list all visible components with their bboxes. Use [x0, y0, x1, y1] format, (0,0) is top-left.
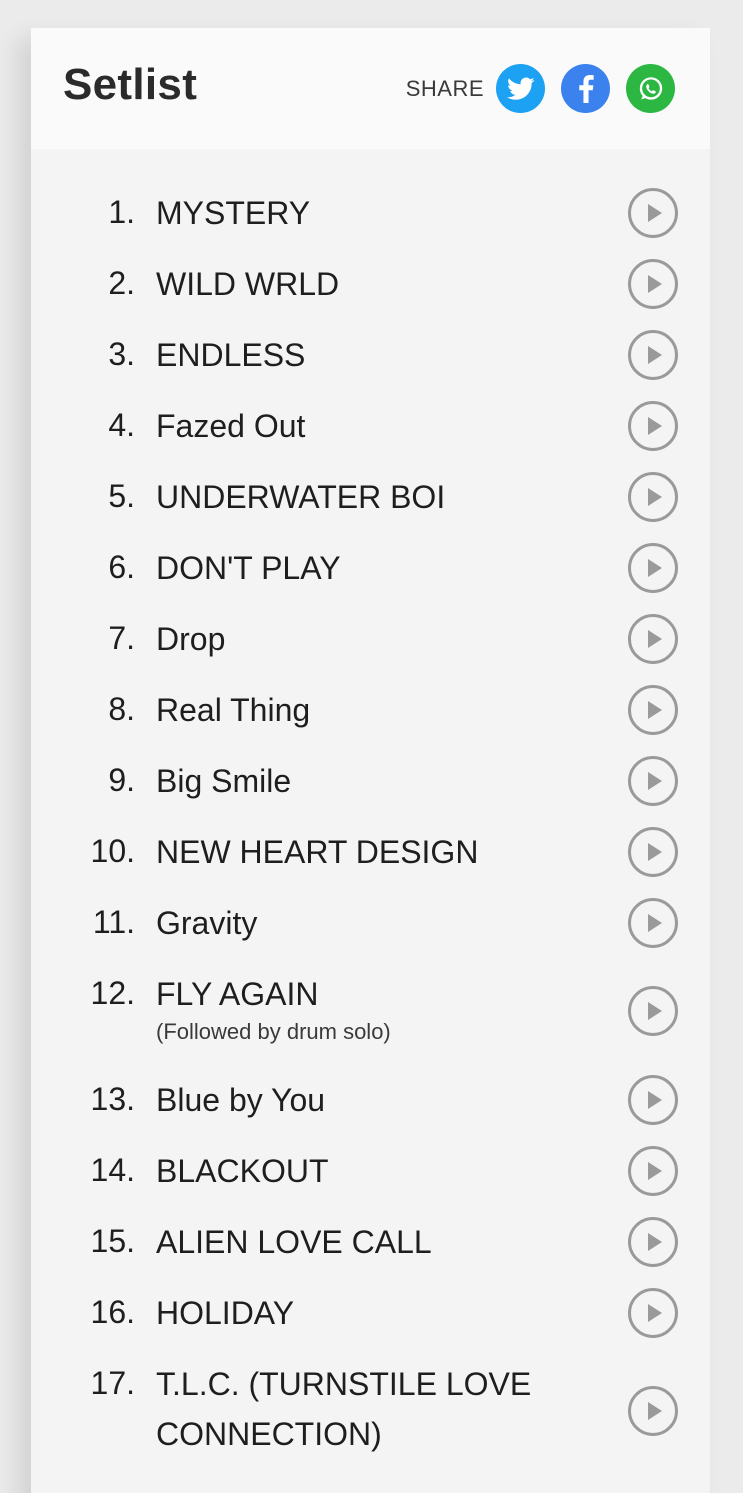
play-button[interactable]: [628, 1146, 678, 1196]
play-button[interactable]: [628, 1075, 678, 1125]
share-whatsapp-button[interactable]: [626, 64, 675, 113]
song-title: BLACKOUT: [156, 1153, 329, 1189]
song-title: WILD WRLD: [156, 266, 340, 302]
play-button[interactable]: [628, 259, 678, 309]
play-button[interactable]: [628, 1288, 678, 1338]
setlist-card: Setlist SHARE 1. MYSTERY 2. WILD WRLD 3.…: [31, 28, 710, 1493]
page-title: Setlist: [63, 60, 198, 109]
song-title: Fazed Out: [156, 408, 306, 444]
track-number: 12.: [90, 975, 135, 1011]
song-note: (Followed by drum solo): [156, 1019, 391, 1044]
song-title: DON'T PLAY: [156, 550, 341, 586]
track-number: 5.: [108, 478, 135, 514]
song-title: Big Smile: [156, 763, 292, 799]
song-title: HOLIDAY: [156, 1295, 295, 1331]
play-button[interactable]: [628, 1217, 678, 1267]
track-number: 4.: [108, 407, 135, 443]
song-title: Drop: [156, 621, 226, 657]
share-label: SHARE: [405, 75, 484, 101]
song-title: UNDERWATER BOI: [156, 479, 446, 515]
play-button[interactable]: [628, 401, 678, 451]
track-number: 1.: [108, 194, 135, 230]
track-number: 11.: [92, 904, 135, 940]
track-number: 16.: [90, 1294, 135, 1330]
track-number: 8.: [108, 691, 135, 727]
share-facebook-button[interactable]: [561, 64, 610, 113]
song-title-line-1: T.L.C. (TURNSTILE LOVE: [156, 1366, 532, 1402]
song-title: ALIEN LOVE CALL: [156, 1224, 432, 1260]
song-title-line-2: CONNECTION): [156, 1416, 382, 1452]
track-number: 10.: [90, 833, 135, 869]
page: Setlist SHARE 1. MYSTERY 2. WILD WRLD 3.…: [0, 0, 743, 1493]
track-number: 6.: [108, 549, 135, 585]
play-button[interactable]: [628, 898, 678, 948]
play-button[interactable]: [628, 685, 678, 735]
song-title: ENDLESS: [156, 337, 306, 373]
play-button[interactable]: [628, 1386, 678, 1436]
track-number: 13.: [90, 1081, 135, 1117]
song-title: FLY AGAIN: [156, 976, 319, 1012]
play-button[interactable]: [628, 188, 678, 238]
track-number: 15.: [90, 1223, 135, 1259]
play-button[interactable]: [628, 986, 678, 1036]
song-title: MYSTERY: [156, 195, 311, 231]
play-button[interactable]: [628, 614, 678, 664]
play-button[interactable]: [628, 827, 678, 877]
track-number: 14.: [90, 1152, 135, 1188]
share-twitter-button[interactable]: [496, 64, 545, 113]
twitter-bird-icon: [506, 76, 535, 100]
setlist-header: Setlist SHARE: [31, 28, 710, 149]
song-title: Gravity: [156, 905, 258, 941]
whatsapp-phone-icon: [639, 76, 662, 100]
track-number: 17.: [90, 1365, 135, 1401]
play-button[interactable]: [628, 330, 678, 380]
play-button[interactable]: [628, 756, 678, 806]
play-button[interactable]: [628, 543, 678, 593]
song-title: Real Thing: [156, 692, 311, 728]
track-number: 3.: [108, 336, 135, 372]
song-title: Blue by You: [156, 1082, 326, 1118]
track-number: 2.: [108, 265, 135, 301]
share-bar: SHARE: [406, 64, 675, 113]
play-button[interactable]: [628, 472, 678, 522]
track-number: 7.: [108, 620, 135, 656]
song-title: NEW HEART DESIGN: [156, 834, 479, 870]
facebook-f-icon: [578, 74, 594, 103]
track-number: 9.: [108, 762, 135, 798]
